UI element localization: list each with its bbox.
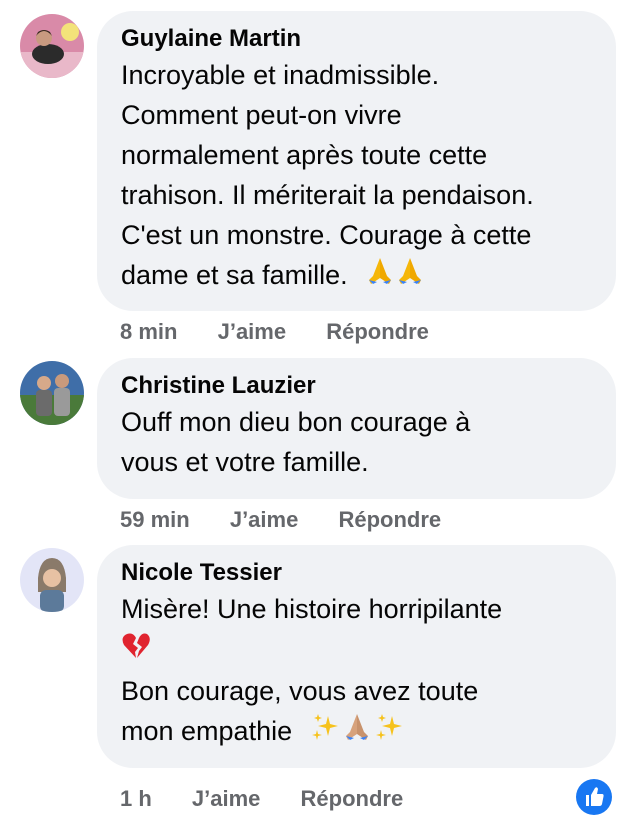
comment-text-line: vous et votre famille. <box>121 447 369 477</box>
avatar[interactable] <box>20 14 84 78</box>
comment-text: dame et sa famille. <box>121 260 348 290</box>
avatar[interactable] <box>20 548 84 612</box>
sparkles-icon <box>310 712 340 753</box>
like-button[interactable]: J’aime <box>218 319 287 345</box>
comment-author[interactable]: Guylaine Martin <box>121 25 592 53</box>
sparkles-icon <box>374 712 404 753</box>
folded-hands-icon <box>344 712 370 753</box>
comment-text: mon empathie <box>121 715 293 746</box>
comment-bubble: Christine Lauzier Ouff mon dieu bon cour… <box>97 358 616 499</box>
comment-text-line-with-emoji: dame et sa famille. <box>121 255 592 297</box>
like-button[interactable]: J’aime <box>230 507 299 533</box>
comment-author[interactable]: Christine Lauzier <box>121 372 592 400</box>
comment-time[interactable]: 59 min <box>120 507 190 533</box>
comment-emoji-line <box>121 629 592 671</box>
like-reaction-icon[interactable] <box>576 779 612 815</box>
broken-heart-icon <box>121 631 151 671</box>
comment-actions: 1 h J’aime Répondre <box>120 786 403 812</box>
comment-text-line: Misère! Une histoire horripilante <box>121 594 503 624</box>
reply-button[interactable]: Répondre <box>301 786 404 812</box>
reply-button[interactable]: Répondre <box>338 507 441 533</box>
comment-text-line: Incroyable et inadmissible. <box>121 60 440 90</box>
reply-button[interactable]: Répondre <box>326 319 429 345</box>
comment-text-line: normalement après toute cette <box>121 140 488 170</box>
comment-author[interactable]: Nicole Tessier <box>121 559 592 587</box>
comment-bubble: Guylaine Martin Incroyable et inadmissib… <box>97 11 616 311</box>
comment-time[interactable]: 8 min <box>120 319 177 345</box>
comment-actions: 59 min J’aime Répondre <box>120 507 441 533</box>
comment-text-line: Comment peut-on vivre <box>121 100 402 130</box>
comment-text-line: C'est un monstre. Courage à cette <box>121 220 532 250</box>
like-button[interactable]: J’aime <box>192 786 261 812</box>
comment-time[interactable]: 1 h <box>120 786 152 812</box>
folded-hands-icon <box>367 256 393 297</box>
comment-text-line: trahison. Il mériterait la pendaison. <box>121 180 534 210</box>
comment-text-line-with-emoji: mon empathie <box>121 711 592 753</box>
comment-actions: 8 min J’aime Répondre <box>120 319 429 345</box>
comment-text-line: Ouff mon dieu bon courage à <box>121 407 471 437</box>
folded-hands-icon <box>397 256 423 297</box>
comment-text-line: Bon courage, vous avez toute <box>121 675 479 706</box>
avatar[interactable] <box>20 361 84 425</box>
comment-bubble: Nicole Tessier Misère! Une histoire horr… <box>97 545 616 768</box>
